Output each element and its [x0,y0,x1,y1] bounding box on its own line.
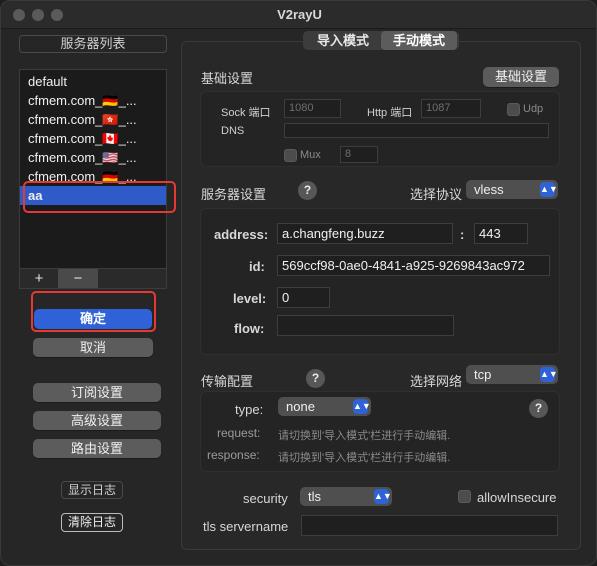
allow-insecure-label: allowInsecure [477,490,557,505]
sock-port-input[interactable]: 1080 [284,99,341,118]
dns-label: DNS [221,125,245,137]
chevron-updown-icon: ▲▼ [374,489,392,504]
server-list-item[interactable]: cfmem.com_🇺🇸_... [20,148,166,167]
chevron-updown-icon: ▲▼ [540,182,558,197]
title-bar: V2rayU [1,1,596,29]
udp-label: Udp [523,103,544,115]
chevron-updown-icon: ▲▼ [353,399,371,414]
remove-server-button[interactable]: − [58,269,98,288]
network-select-value: tcp [474,367,492,382]
address-label: address: [214,227,269,242]
server-list-header: 服务器列表 [19,35,167,53]
server-list[interactable]: default cfmem.com_🇩🇪_... cfmem.com_🇭🇰_..… [19,69,167,269]
confirm-button[interactable]: 确定 [34,309,152,329]
request-hint: 请切换到'导入模式'栏进行手动编辑. [278,430,451,442]
routing-settings-button[interactable]: 路由设置 [33,439,161,458]
security-select[interactable]: tls ▲▼ [300,487,392,506]
basic-section-title: 基础设置 [201,71,254,86]
protocol-label: 选择协议 [410,187,463,202]
flow-label: flow: [234,321,265,336]
mux-checkbox[interactable] [284,149,297,162]
server-list-item[interactable]: cfmem.com_🇩🇪_... [20,91,166,110]
port-input[interactable]: 443 [474,223,528,244]
security-select-value: tls [308,489,321,504]
server-list-item[interactable]: cfmem.com_🇭🇰_... [20,110,166,129]
basic-settings-button[interactable]: 基础设置 [483,67,559,87]
mux-concurrency-input[interactable]: 8 [340,146,378,163]
dns-input[interactable] [284,123,549,138]
id-label: id: [249,259,265,274]
server-list-toolbar: + − [19,269,167,289]
transport-section-title: 传输配置 [201,374,254,389]
tab-manual-mode[interactable]: 手动模式 [381,31,457,50]
allow-insecure-checkbox[interactable] [458,490,471,503]
type-label: type: [235,402,264,417]
response-hint: 请切换到'导入模式'栏进行手动编辑. [278,452,451,464]
network-label: 选择网络 [410,374,463,389]
show-log-button[interactable]: 显示日志 [61,481,123,499]
server-section-title: 服务器设置 [201,187,267,202]
server-help-icon[interactable]: ? [298,181,317,200]
app-window: V2rayU 服务器列表 default cfmem.com_🇩🇪_... cf… [0,0,597,566]
header-type-select-value: none [286,399,315,414]
protocol-select-value: vless [474,182,504,197]
http-port-label: Http 端口 [367,107,413,119]
clear-log-button[interactable]: 清除日志 [61,513,123,532]
security-label: security [243,491,288,506]
http-port-input[interactable]: 1087 [421,99,481,118]
server-list-item[interactable]: default [20,72,166,91]
tls-servername-input[interactable] [301,515,558,536]
mux-label: Mux [300,149,321,161]
protocol-select[interactable]: vless ▲▼ [466,180,558,199]
transport-help-icon[interactable]: ? [306,369,325,388]
request-label: request: [217,426,261,440]
advanced-settings-button[interactable]: 高级设置 [33,411,161,430]
port-separator: : [460,227,465,242]
udp-checkbox[interactable] [507,103,520,116]
network-select[interactable]: tcp ▲▼ [466,365,558,384]
chevron-updown-icon: ▲▼ [540,367,558,382]
subscribe-settings-button[interactable]: 订阅设置 [33,383,161,402]
header-type-help-icon[interactable]: ? [529,399,548,418]
tls-servername-label: tls servername [203,519,289,534]
address-input[interactable]: a.changfeng.buzz [277,223,453,244]
server-list-item[interactable]: cfmem.com_🇨🇦_... [20,129,166,148]
sock-port-label: Sock 端口 [221,107,271,119]
tab-import-mode[interactable]: 导入模式 [305,31,381,50]
flow-input[interactable] [277,315,454,336]
level-input[interactable]: 0 [277,287,330,308]
header-type-select[interactable]: none ▲▼ [278,397,371,416]
id-input[interactable]: 569ccf98-0ae0-4841-a925-9269843ac972 [277,255,550,276]
highlight-frame-selected-server [23,181,176,213]
response-label: response: [207,448,260,462]
add-server-button[interactable]: + [20,269,58,288]
window-title: V2rayU [277,7,322,22]
level-label: level: [233,291,267,306]
cancel-button[interactable]: 取消 [33,338,153,357]
